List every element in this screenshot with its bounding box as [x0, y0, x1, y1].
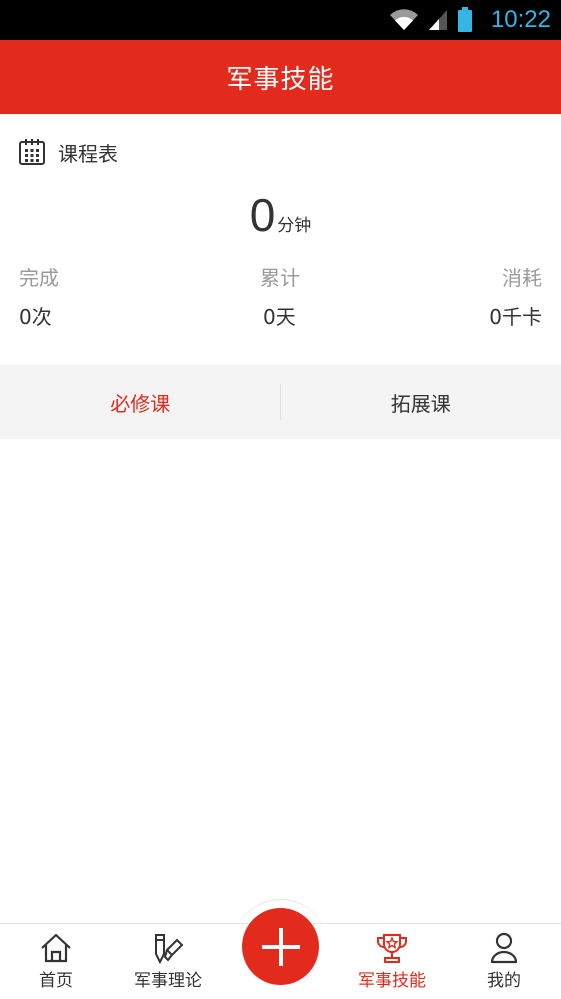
nav-label-military-skills: 军事技能 [358, 971, 426, 991]
signal-icon [428, 10, 447, 30]
course-tabs: 必修课 拓展课 [0, 365, 561, 439]
nav-label-military-theory: 军事理论 [134, 971, 202, 991]
total-minutes-unit: 分钟 [277, 216, 312, 236]
wifi-icon [389, 9, 418, 31]
status-bar: 10:22 [0, 0, 561, 40]
nav-label-home: 首页 [39, 971, 73, 991]
nav-item-military-theory[interactable]: 军事理论 [113, 924, 223, 999]
stat-value-completed: 0次 [19, 305, 52, 329]
stat-value-cumulative: 0天 [263, 305, 296, 329]
total-minutes-value: 0 [249, 189, 276, 241]
nav-item-military-skills[interactable]: 军事技能 [337, 924, 447, 999]
schedule-link[interactable]: 课程表 [18, 136, 118, 168]
nav-item-home[interactable]: 首页 [1, 924, 111, 999]
stat-value-calories: 0千卡 [489, 305, 542, 329]
stat-label-calories: 消耗 [502, 266, 542, 290]
trophy-icon [377, 934, 407, 963]
add-button[interactable] [242, 908, 319, 985]
tab-required-course[interactable]: 必修课 [0, 365, 281, 439]
home-icon [41, 933, 71, 963]
page-title: 军事技能 [226, 64, 335, 95]
calendar-icon [19, 139, 45, 165]
status-icons: 10:22 [389, 0, 551, 40]
schedule-label: 课程表 [58, 141, 118, 166]
tab-divider [280, 384, 281, 420]
total-duration: 0 分钟 [0, 188, 561, 242]
nav-label-mine: 我的 [487, 971, 521, 991]
stat-label-completed: 完成 [19, 266, 59, 290]
status-time: 10:22 [490, 6, 551, 33]
tab-extended-course[interactable]: 拓展课 [281, 365, 561, 439]
battery-icon [457, 7, 472, 32]
nav-item-mine[interactable]: 我的 [449, 924, 559, 999]
person-icon [490, 932, 518, 964]
app-bar: 军事技能 [0, 40, 561, 114]
stat-label-cumulative: 累计 [260, 266, 300, 290]
military-theory-icon [155, 934, 184, 964]
plus-icon [261, 927, 300, 966]
